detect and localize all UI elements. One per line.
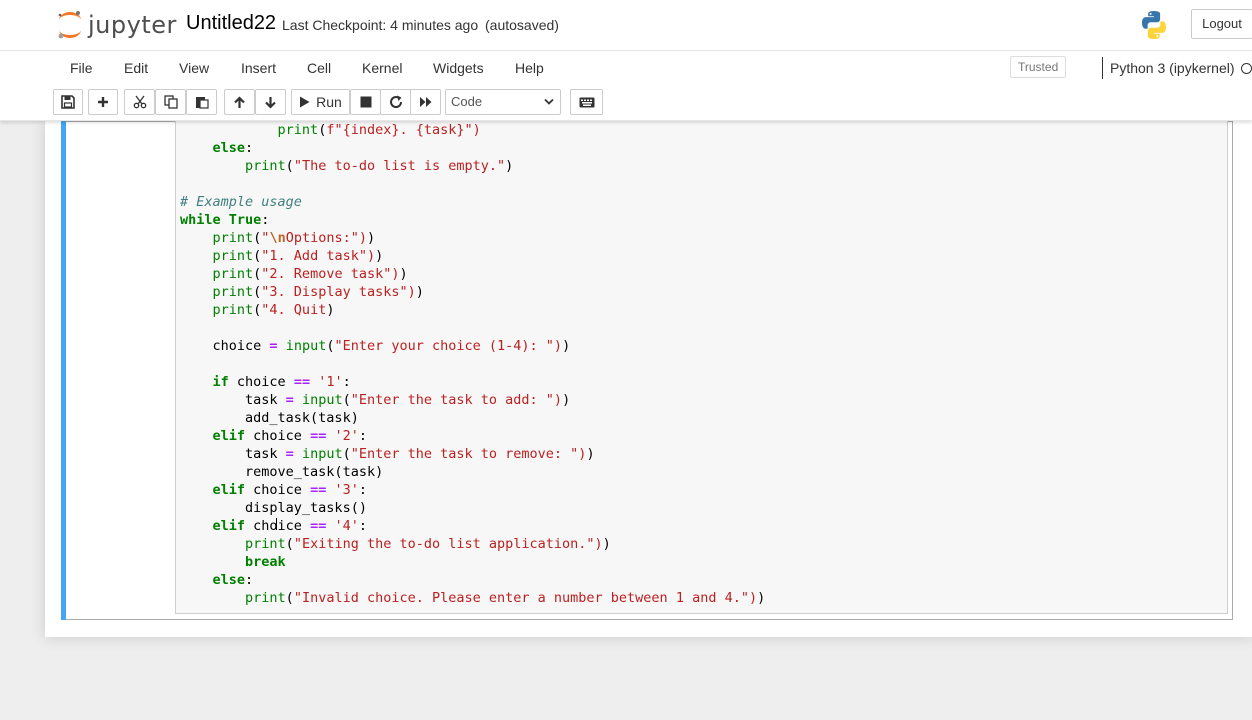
trusted-indicator[interactable]: Trusted xyxy=(1010,56,1067,78)
run-label: Run xyxy=(316,94,342,110)
menu-edit[interactable]: Edit xyxy=(124,60,148,76)
keyboard-icon xyxy=(579,97,594,107)
code-line: task = input("Enter the task to add: ")) xyxy=(245,392,571,408)
notebook-container: print(f"{index}. {task}") else: print("T… xyxy=(45,121,1252,637)
menu-file[interactable]: File xyxy=(70,60,93,76)
command-palette-button[interactable] xyxy=(570,89,603,115)
refresh-icon xyxy=(389,95,402,108)
code-line: elif choice == '3': xyxy=(212,482,367,498)
code-line: break xyxy=(245,554,286,570)
menu-kernel[interactable]: Kernel xyxy=(362,60,402,76)
restart-button[interactable] xyxy=(380,89,411,115)
arrow-up-icon xyxy=(234,95,245,108)
code-token: print xyxy=(277,122,319,138)
python-logo-icon xyxy=(1138,9,1170,46)
jupyter-logo[interactable]: jupyter xyxy=(56,8,177,42)
save-button[interactable] xyxy=(53,89,83,115)
autosave-status: (autosaved) xyxy=(485,17,559,33)
code-line: print("2. Remove task")) xyxy=(212,266,408,282)
run-button[interactable]: Run xyxy=(291,89,350,115)
kernel-divider xyxy=(1102,57,1103,79)
paste-button[interactable] xyxy=(186,89,217,115)
play-icon xyxy=(300,96,310,108)
code-line: print("3. Display tasks")) xyxy=(212,284,424,300)
paste-icon xyxy=(195,97,209,109)
code-line: elif choice == '4': xyxy=(212,518,367,534)
cut-button[interactable] xyxy=(124,89,155,115)
save-icon xyxy=(61,95,75,109)
code-line: elif choice == '2': xyxy=(212,428,367,444)
cell-type-value: Code xyxy=(451,94,483,109)
toolbar: Run Code xyxy=(0,84,1252,121)
logo-text: jupyter xyxy=(88,11,177,39)
menu-widgets[interactable]: Widgets xyxy=(433,60,484,76)
text-cursor xyxy=(276,518,278,530)
move-down-button[interactable] xyxy=(255,89,286,115)
code-line: print("Exiting the to-do list applicatio… xyxy=(245,536,611,552)
code-line: else: xyxy=(212,140,254,156)
scissors-icon xyxy=(133,95,146,109)
notebook-name[interactable]: Untitled22 xyxy=(186,12,276,35)
header: jupyter Untitled22 Last Checkpoint: 4 mi… xyxy=(0,0,1252,50)
kernel-idle-icon xyxy=(1241,63,1252,74)
code-line: else: xyxy=(212,572,254,588)
menu-help[interactable]: Help xyxy=(515,60,544,76)
code-line: remove_task(task) xyxy=(245,464,384,480)
menu-view[interactable]: View xyxy=(179,60,209,76)
code-line: while True: xyxy=(180,212,270,228)
code-line: print("1. Add task")) xyxy=(212,248,384,264)
stop-icon xyxy=(360,96,371,108)
cell-selection-bar xyxy=(61,121,66,620)
copy-icon xyxy=(163,95,178,109)
code-line: task = input("Enter the task to remove: … xyxy=(245,446,595,462)
code-line: choice = input("Enter your choice (1-4):… xyxy=(212,338,571,354)
jupyter-logo-icon xyxy=(58,11,81,39)
logout-button[interactable]: Logout xyxy=(1191,9,1252,39)
code-line: if choice == '1': xyxy=(212,374,351,390)
chevron-down-icon xyxy=(544,98,554,105)
code-line: print("The to-do list is empty.") xyxy=(245,158,514,174)
arrow-down-icon xyxy=(265,96,276,109)
plus-icon xyxy=(98,97,108,107)
code-line: print("4. Quit) xyxy=(212,302,335,318)
code-line: print("Invalid choice. Please enter a nu… xyxy=(245,590,766,606)
code-line: print("\nOptions:")) xyxy=(212,230,376,246)
cell-type-select[interactable]: Code xyxy=(445,89,561,115)
fast-forward-icon xyxy=(419,97,431,107)
menubar: File Edit View Insert Cell Kernel Widget… xyxy=(0,50,1252,84)
code-line: add_task(task) xyxy=(245,410,359,426)
code-line: print(f"{index}. {task}") xyxy=(277,122,481,138)
menu-cell[interactable]: Cell xyxy=(307,60,331,76)
menu-insert[interactable]: Insert xyxy=(241,60,276,76)
kernel-name: Python 3 (ipykernel) xyxy=(1110,60,1235,76)
move-up-button[interactable] xyxy=(224,89,255,115)
copy-button[interactable] xyxy=(155,89,186,115)
code-line: display_tasks() xyxy=(245,500,367,516)
add-cell-button[interactable] xyxy=(88,89,118,115)
restart-run-all-button[interactable] xyxy=(410,89,441,115)
interrupt-button[interactable] xyxy=(350,89,381,115)
code-line: # Example usage xyxy=(180,194,302,210)
checkpoint-status: Last Checkpoint: 4 minutes ago xyxy=(282,17,479,33)
